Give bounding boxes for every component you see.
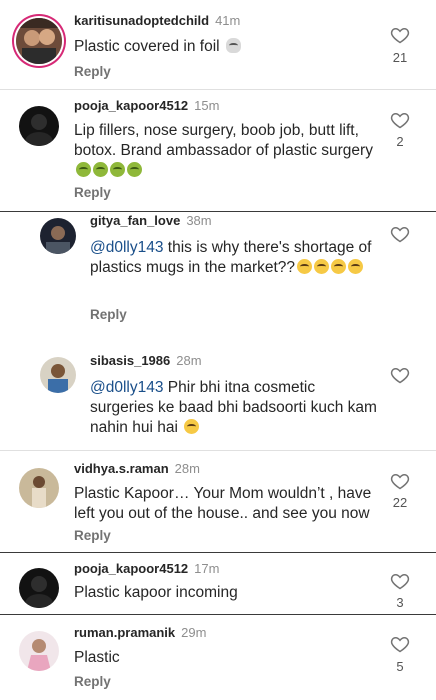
avatar[interactable] — [40, 357, 76, 393]
username[interactable]: karitisunadoptedchild 41m — [74, 13, 240, 28]
reply-button[interactable]: Reply — [74, 528, 111, 543]
like-count: 5 — [396, 659, 404, 674]
comment-text: @d0lly143 Phir bhi itna cosmetic surgeri… — [90, 379, 377, 436]
skull-emoji-icon — [225, 38, 241, 53]
like-count: 22 — [392, 495, 408, 510]
timestamp: 28m — [174, 461, 200, 476]
reply-button[interactable]: Reply — [74, 185, 111, 200]
comment-text: Plastic Kapoor… Your Mom wouldn’t , have… — [74, 485, 372, 522]
username[interactable]: vidhya.s.raman 28m — [74, 461, 200, 476]
laughing-emoji-icon — [348, 259, 364, 274]
username[interactable]: ruman.pramanik 29m — [74, 625, 206, 640]
reply-button[interactable]: Reply — [74, 64, 111, 79]
username[interactable]: sibasis_1986 28m — [90, 353, 202, 368]
avatar[interactable] — [40, 218, 76, 254]
comment-text: Lip fillers, nose surgery, boob job, but… — [74, 121, 380, 181]
divider — [0, 89, 436, 90]
comment-text: Plastic covered in foil — [74, 37, 380, 57]
nauseated-emoji-icon — [93, 162, 108, 177]
divider — [0, 614, 436, 615]
like-count: 2 — [396, 134, 404, 149]
avatar[interactable] — [16, 18, 62, 64]
heart-outline-icon[interactable] — [390, 224, 410, 244]
heart-outline-icon[interactable] — [390, 634, 410, 654]
comment-text: @d0lly143 this is why there's shortage o… — [90, 239, 372, 276]
laughing-emoji-icon — [331, 259, 347, 274]
heart-outline-icon[interactable] — [390, 365, 410, 385]
timestamp: 28m — [176, 353, 202, 368]
like-count: 21 — [392, 50, 408, 65]
timestamp: 17m — [194, 561, 220, 576]
reply-button[interactable]: Reply — [74, 674, 111, 689]
heart-outline-icon[interactable] — [390, 471, 410, 491]
avatar[interactable] — [19, 568, 59, 608]
timestamp: 29m — [181, 625, 207, 640]
divider — [0, 552, 436, 553]
username[interactable]: pooja_kapoor4512 17m — [74, 561, 219, 576]
nauseated-emoji-icon — [127, 162, 142, 177]
username[interactable]: pooja_kapoor4512 15m — [74, 98, 219, 113]
avatar[interactable] — [19, 631, 59, 671]
reply-button[interactable]: Reply — [90, 307, 127, 322]
nauseated-emoji-icon — [110, 162, 125, 177]
heart-outline-icon[interactable] — [390, 110, 410, 130]
divider — [0, 450, 436, 451]
timestamp: 38m — [186, 213, 212, 228]
astonished-emoji-icon — [297, 259, 313, 274]
timestamp: 41m — [215, 13, 241, 28]
heart-outline-icon[interactable] — [390, 25, 410, 45]
comment-text: Plastic — [74, 649, 120, 666]
avatar[interactable] — [19, 468, 59, 508]
divider — [0, 211, 436, 212]
avatar[interactable] — [19, 106, 59, 146]
username[interactable]: gitya_fan_love 38m — [90, 213, 212, 228]
mention-link[interactable]: @d0lly143 — [90, 239, 163, 256]
like-count: 3 — [396, 595, 404, 610]
heart-outline-icon[interactable] — [390, 571, 410, 591]
laughing-emoji-icon — [314, 259, 330, 274]
nauseated-emoji-icon — [76, 162, 91, 177]
laughing-emoji-icon — [184, 419, 200, 434]
mention-link[interactable]: @d0lly143 — [90, 379, 163, 396]
comment-text: Plastic kapoor incoming — [74, 584, 238, 601]
timestamp: 15m — [194, 98, 220, 113]
